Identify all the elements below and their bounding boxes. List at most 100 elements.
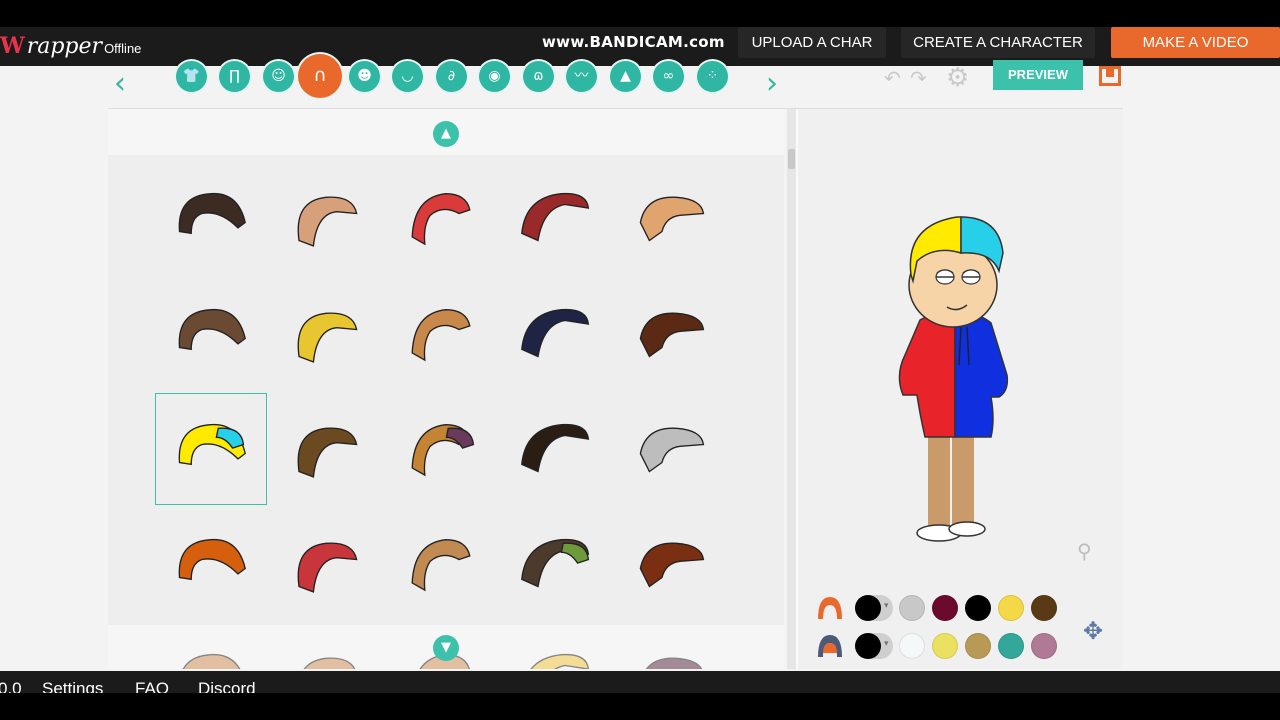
hair-option[interactable]: [616, 279, 726, 389]
footer-settings-link[interactable]: Settings: [42, 679, 103, 693]
chevron-down-icon: ▾: [884, 639, 889, 649]
dots-icon[interactable]: ⁘: [697, 61, 728, 92]
settings-gear-icon[interactable]: ⚙: [946, 63, 969, 93]
logo-text: rapper: [26, 34, 103, 59]
hair-option[interactable]: [501, 279, 611, 389]
prev-category-arrow[interactable]: ‹: [114, 66, 126, 101]
zoom-icon[interactable]: ⚲: [1077, 539, 1092, 563]
logo-mark: W: [0, 33, 25, 59]
character-preview: [898, 216, 1009, 542]
hair-thumbnail: [411, 539, 471, 592]
hair-option[interactable]: [616, 624, 726, 669]
hair-option[interactable]: [501, 624, 611, 669]
hair-thumbnail: [530, 653, 590, 669]
color-swatch[interactable]: [932, 633, 958, 659]
hair-thumbnail: [178, 539, 246, 581]
hair-thumbnail: [297, 312, 358, 363]
character-hoodie-left: [898, 313, 956, 438]
hair-thumbnail: [178, 424, 246, 466]
color-swatch[interactable]: [965, 595, 991, 621]
hair-option[interactable]: [271, 624, 381, 669]
hair-option[interactable]: [156, 509, 266, 619]
recording-watermark: www.BANDICAM.com: [542, 33, 725, 51]
hair-option[interactable]: [616, 163, 726, 273]
color-swatch[interactable]: [998, 595, 1024, 621]
scroll-up-button[interactable]: ▲: [433, 121, 459, 147]
color-dropdown[interactable]: ▾: [855, 595, 893, 621]
mustache-icon[interactable]: ɷ: [523, 61, 554, 92]
hair-option[interactable]: [501, 163, 611, 273]
footer-bar: 0.0 Settings FAQ Discord: [0, 671, 1280, 693]
create-character-button[interactable]: CREATE A CHARACTER: [901, 27, 1095, 58]
hair-grid-panel: ▲ ▼: [108, 109, 784, 669]
save-icon[interactable]: [1099, 66, 1121, 86]
hair-option[interactable]: [501, 509, 611, 619]
face-icon[interactable]: ☻: [349, 61, 380, 92]
hair-icon[interactable]: ∩: [298, 54, 342, 98]
hair-option[interactable]: [271, 394, 381, 504]
color-swatch[interactable]: [1031, 633, 1057, 659]
character-left-leg: [928, 430, 950, 530]
scroll-down-button[interactable]: ▼: [433, 635, 459, 661]
hair-thumbnail: [178, 309, 246, 351]
pants-icon[interactable]: ∏: [219, 61, 250, 92]
hair-thumbnail: [303, 657, 356, 669]
nose-icon[interactable]: ▲: [610, 61, 641, 92]
hair-thumbnail: [639, 196, 705, 242]
color-dropdown[interactable]: ▾: [855, 633, 893, 659]
hair-option[interactable]: [271, 163, 381, 273]
lips-icon[interactable]: ◡: [392, 61, 423, 92]
character-hoodie-right: [954, 313, 1009, 438]
chevron-down-icon: ▾: [884, 601, 889, 611]
hair-thumbnail: [411, 309, 471, 362]
color-swatch[interactable]: [998, 633, 1024, 659]
color-swatch[interactable]: [899, 595, 925, 621]
hair-option[interactable]: [501, 394, 611, 504]
hair-option[interactable]: [386, 279, 496, 389]
hair-back-icon: [818, 635, 842, 657]
hair-option[interactable]: [155, 393, 267, 505]
head-icon[interactable]: ☺: [263, 61, 294, 92]
offline-status: Offline: [104, 41, 142, 56]
undo-icon[interactable]: ↶: [884, 66, 901, 90]
hair-option[interactable]: [156, 624, 266, 669]
hair-option[interactable]: [386, 509, 496, 619]
hair-option[interactable]: [386, 394, 496, 504]
shirt-icon[interactable]: 👕: [176, 61, 207, 92]
redo-icon[interactable]: ↷: [910, 66, 927, 90]
make-video-button[interactable]: MAKE A VIDEO: [1111, 27, 1280, 58]
hair-option[interactable]: [271, 509, 381, 619]
grid-scrollbar[interactable]: [787, 109, 796, 669]
preview-button[interactable]: PREVIEW: [993, 60, 1083, 90]
selected-color-swatch: [855, 633, 881, 659]
hair-thumbnail: [297, 542, 358, 593]
color-swatch[interactable]: [899, 633, 925, 659]
hair-option[interactable]: [616, 394, 726, 504]
character-right-shoe: [948, 521, 986, 537]
upload-char-button[interactable]: UPLOAD A CHAR: [738, 27, 886, 58]
next-category-arrow[interactable]: ›: [766, 66, 778, 101]
ear-icon[interactable]: ∂: [436, 61, 467, 92]
footer-faq-link[interactable]: FAQ: [135, 679, 169, 693]
color-swatch[interactable]: [965, 633, 991, 659]
eyebrows-icon[interactable]: 〰: [566, 61, 597, 92]
color-swatch[interactable]: [932, 595, 958, 621]
character-creator: ‹ 👕 ∏ ☺ ∩ ☻ ◡ ∂ ◉ ɷ 〰 ▲ ∞ ⁘ › ↶ ↷ ⚙ PREVIEW ▲ ▼: [0, 54, 1280, 671]
hair-option[interactable]: [156, 279, 266, 389]
hair-thumbnail: [521, 538, 590, 588]
move-icon[interactable]: ✥: [1083, 617, 1103, 645]
logo[interactable]: Wrapper Offline: [0, 33, 141, 59]
hair-option[interactable]: [386, 163, 496, 273]
hair-thumbnail: [639, 312, 705, 358]
footer-discord-link[interactable]: Discord: [198, 679, 256, 693]
scroll-thumb[interactable]: [788, 149, 795, 169]
color-swatch[interactable]: [1031, 595, 1057, 621]
eye-icon[interactable]: ◉: [479, 61, 510, 92]
hair-option[interactable]: [271, 279, 381, 389]
hair-option[interactable]: [156, 163, 266, 273]
hair-thumbnail: [411, 193, 471, 246]
glasses-icon[interactable]: ∞: [653, 61, 684, 92]
hair-option[interactable]: [616, 509, 726, 619]
hair-front-icon: [818, 597, 842, 619]
hair-thumbnail: [297, 196, 358, 247]
